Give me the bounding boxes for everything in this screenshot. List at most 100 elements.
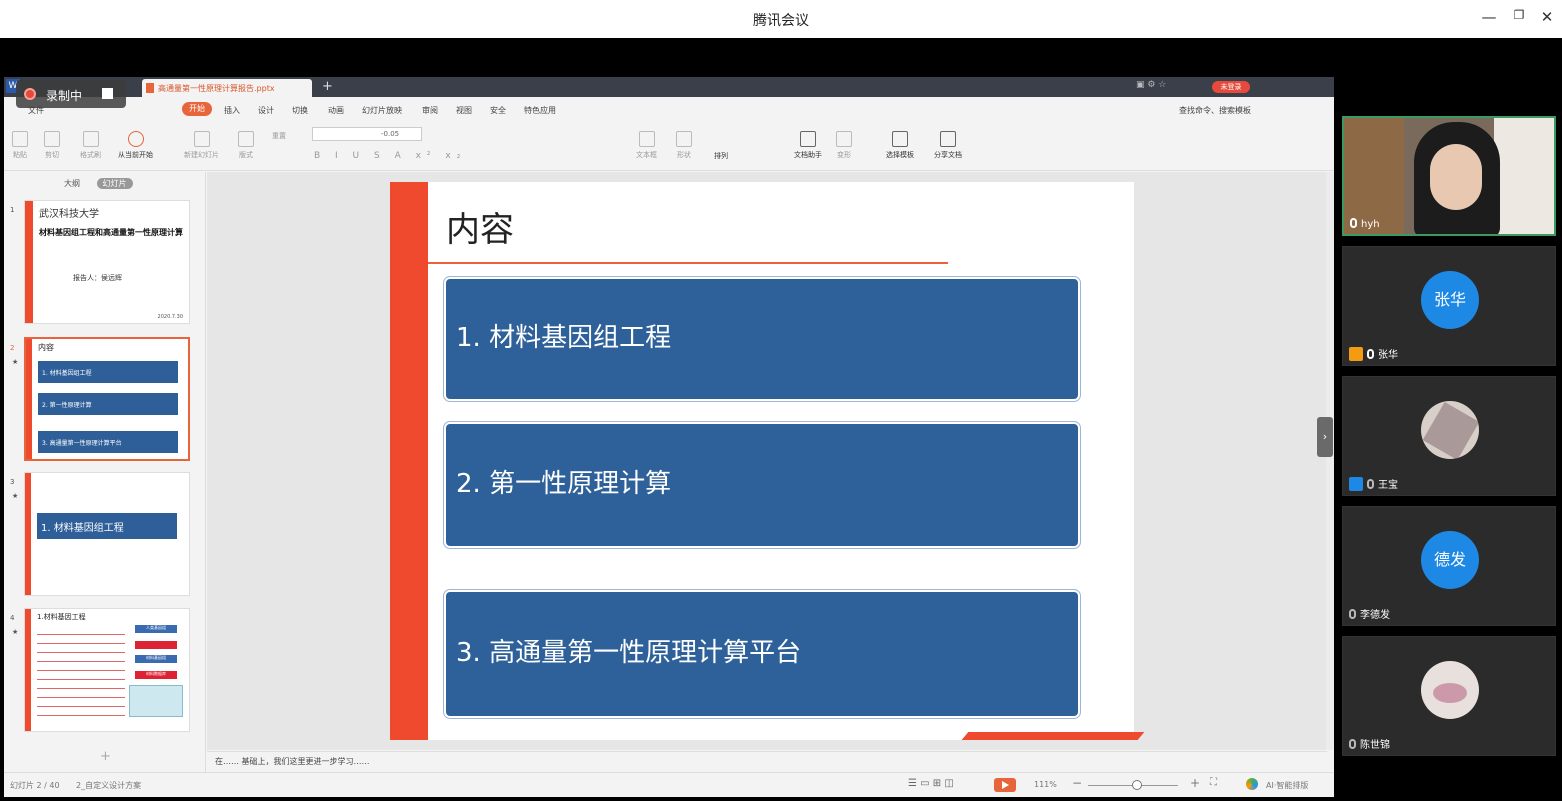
animation-star-icon: ★ [12,492,19,500]
shape-button[interactable]: 形状 [676,131,692,160]
menu-security[interactable]: 安全 [490,105,506,116]
menu-view[interactable]: 视图 [456,105,472,116]
slide-counter: 幻灯片 2 / 40 [10,781,60,790]
panel-expand-icon[interactable]: › [1317,417,1333,457]
avatar: 张华 [1421,271,1479,329]
speaker-notes[interactable]: 在…… 基础上，我们这里更进一步学习…… [207,751,1327,771]
zoom-in-icon[interactable]: + [1190,776,1200,790]
recording-indicator[interactable]: 录制中 [16,80,126,108]
menu-slideshow[interactable]: 幻灯片放映 [362,105,402,116]
mic-icon [1367,349,1374,359]
cut-button[interactable]: 剪切 [44,131,60,160]
tab-slides[interactable]: 幻灯片 [96,178,133,189]
slide-panel: 大纲 幻灯片 1 武汉科技大学 材料基因组工程和高通量第一性原理计算 报告人：侯… [4,172,206,772]
participant-name: 张华 [1349,346,1398,361]
share-doc-button[interactable]: 分享文档 [934,131,962,160]
restore-icon[interactable]: ❐ [1508,8,1530,22]
close-icon[interactable]: ✕ [1536,8,1558,26]
command-search[interactable]: 查找命令、搜索模板 [1179,105,1251,116]
thumb-number: 3 [10,478,15,486]
menu-transition[interactable]: 切换 [292,105,308,116]
add-slide-button[interactable]: + [100,749,111,764]
thumb-flow-box: 材料数据库 [135,671,177,679]
thumb-title: 1.材料基因工程 [37,613,86,621]
zoom-slider-handle[interactable] [1132,780,1142,790]
new-slide-button[interactable]: 新建幻灯片 [184,131,219,160]
thumb-body-text [37,629,125,721]
morph-button[interactable]: 变形 [836,131,852,160]
slide-thumbnail-2[interactable]: 内容 1. 材料基因组工程 2. 第一性原理计算 3. 高通量第一性原理计算平台 [24,337,190,461]
meeting-title: 腾讯会议 [753,13,809,29]
text-format-row[interactable]: B I U S A x² x₂ [314,151,466,161]
slide-thumbnail-4[interactable]: 1.材料基因工程 人类基因组 材料基因组 材料数据库 [24,608,190,732]
menu-review[interactable]: 审阅 [422,105,438,116]
slide-accent-bar [390,182,428,740]
slide-title[interactable]: 内容 [446,202,514,251]
mic-muted-icon [1349,609,1356,619]
tab-outline[interactable]: 大纲 [64,179,80,188]
vertical-scrollbar[interactable] [1326,172,1334,750]
theme-name[interactable]: 2_自定义设计方案 [76,780,141,791]
slide-thumbnail-3[interactable]: 1. 材料基因组工程 [24,472,190,596]
participant-tile-video[interactable]: hyh [1342,116,1556,236]
content-item-1[interactable]: 1. 材料基因组工程 [443,276,1081,402]
participant-tile[interactable]: 张华 张华 [1342,246,1556,366]
title-underline [428,262,948,264]
layout-icons[interactable]: ▣ ⚙ ☆ [1136,80,1166,90]
arrange-button[interactable]: 排列 [714,151,728,161]
reset-button[interactable]: 重置 [272,131,286,141]
participant-tile[interactable]: 德发 李德发 [1342,506,1556,626]
content-item-3[interactable]: 3. 高通量第一性原理计算平台 [443,589,1081,719]
current-slide[interactable]: 内容 1. 材料基因组工程 2. 第一性原理计算 3. 高通量第一性原理计算平台 [390,182,1134,740]
thumb-number: 1 [10,206,15,214]
slide-icon [193,131,210,147]
new-tab-button[interactable]: + [322,79,333,94]
font-size-field[interactable]: -0.05 [312,127,422,141]
avatar [1421,661,1479,719]
mic-muted-icon [1367,479,1374,489]
wps-menubar: 文件 开始 插入 设计 切换 动画 幻灯片放映 审阅 视图 安全 特色应用 查找… [4,97,1334,121]
content-item-2[interactable]: 2. 第一性原理计算 [443,421,1081,549]
menu-animation[interactable]: 动画 [328,105,344,116]
school-logo-text: 武汉科技大学 [39,209,99,220]
thumb-flow-box: 人类基因组 [135,625,177,633]
participant-name: 陈世锦 [1349,736,1390,751]
menu-home[interactable]: 开始 [182,102,212,116]
minimize-icon[interactable]: — [1478,8,1500,26]
stop-record-icon[interactable] [102,88,113,99]
play-from-current-button[interactable]: 从当前开始 [118,131,153,160]
document-tab[interactable]: 高通量第一性原理计算报告.pptx [142,79,312,97]
panel-tabs: 大纲 幻灯片 [64,178,133,189]
login-button[interactable]: 未登录 [1212,81,1250,93]
participant-name: hyh [1350,218,1380,230]
ai-layout-label[interactable]: AI·智能排版 [1266,780,1308,791]
participant-tile[interactable]: 陈世锦 [1342,636,1556,756]
menu-insert[interactable]: 插入 [224,105,240,116]
format-painter-button[interactable]: 格式刷 [80,131,101,160]
status-bar: 幻灯片 2 / 40 2_自定义设计方案 ☰ ▭ ⊞ ◫ 111% − + ⛶ … [4,772,1334,797]
select-template-button[interactable]: 选择模板 [886,131,914,160]
fit-window-icon[interactable]: ⛶ [1210,777,1217,788]
participant-name: 王宝 [1349,476,1398,491]
ai-logo-icon [1246,778,1258,790]
textbox-button[interactable]: 文本框 [636,131,657,160]
paste-button[interactable]: 粘贴 [12,131,28,160]
mic-muted-icon [1349,739,1356,749]
thumb-number: 4 [10,614,15,622]
slide-editor: 内容 1. 材料基因组工程 2. 第一性原理计算 3. 高通量第一性原理计算平台 [207,172,1327,750]
slideshow-play-icon[interactable] [994,778,1016,792]
thumb-item: 1. 材料基因组工程 [37,513,177,539]
menu-design[interactable]: 设计 [258,105,274,116]
thumb-title: 材料基因组工程和高通量第一性原理计算 [39,228,183,237]
menu-features[interactable]: 特色应用 [524,105,556,116]
thumb-item: 3. 高通量第一性原理计算平台 [38,431,178,453]
layout-button[interactable]: 版式 [238,131,254,160]
zoom-out-icon[interactable]: − [1072,776,1082,790]
view-mode-icons[interactable]: ☰ ▭ ⊞ ◫ [908,778,954,789]
slide-bottom-accent [961,732,1145,740]
doc-assistant-button[interactable]: 文档助手 [794,131,822,160]
slide-thumbnail-1[interactable]: 武汉科技大学 材料基因组工程和高通量第一性原理计算 报告人：侯远辉 2020.7… [24,200,190,324]
zoom-level[interactable]: 111% [1034,780,1057,789]
participant-tile[interactable]: 王宝 [1342,376,1556,496]
shape-icon [676,131,692,147]
